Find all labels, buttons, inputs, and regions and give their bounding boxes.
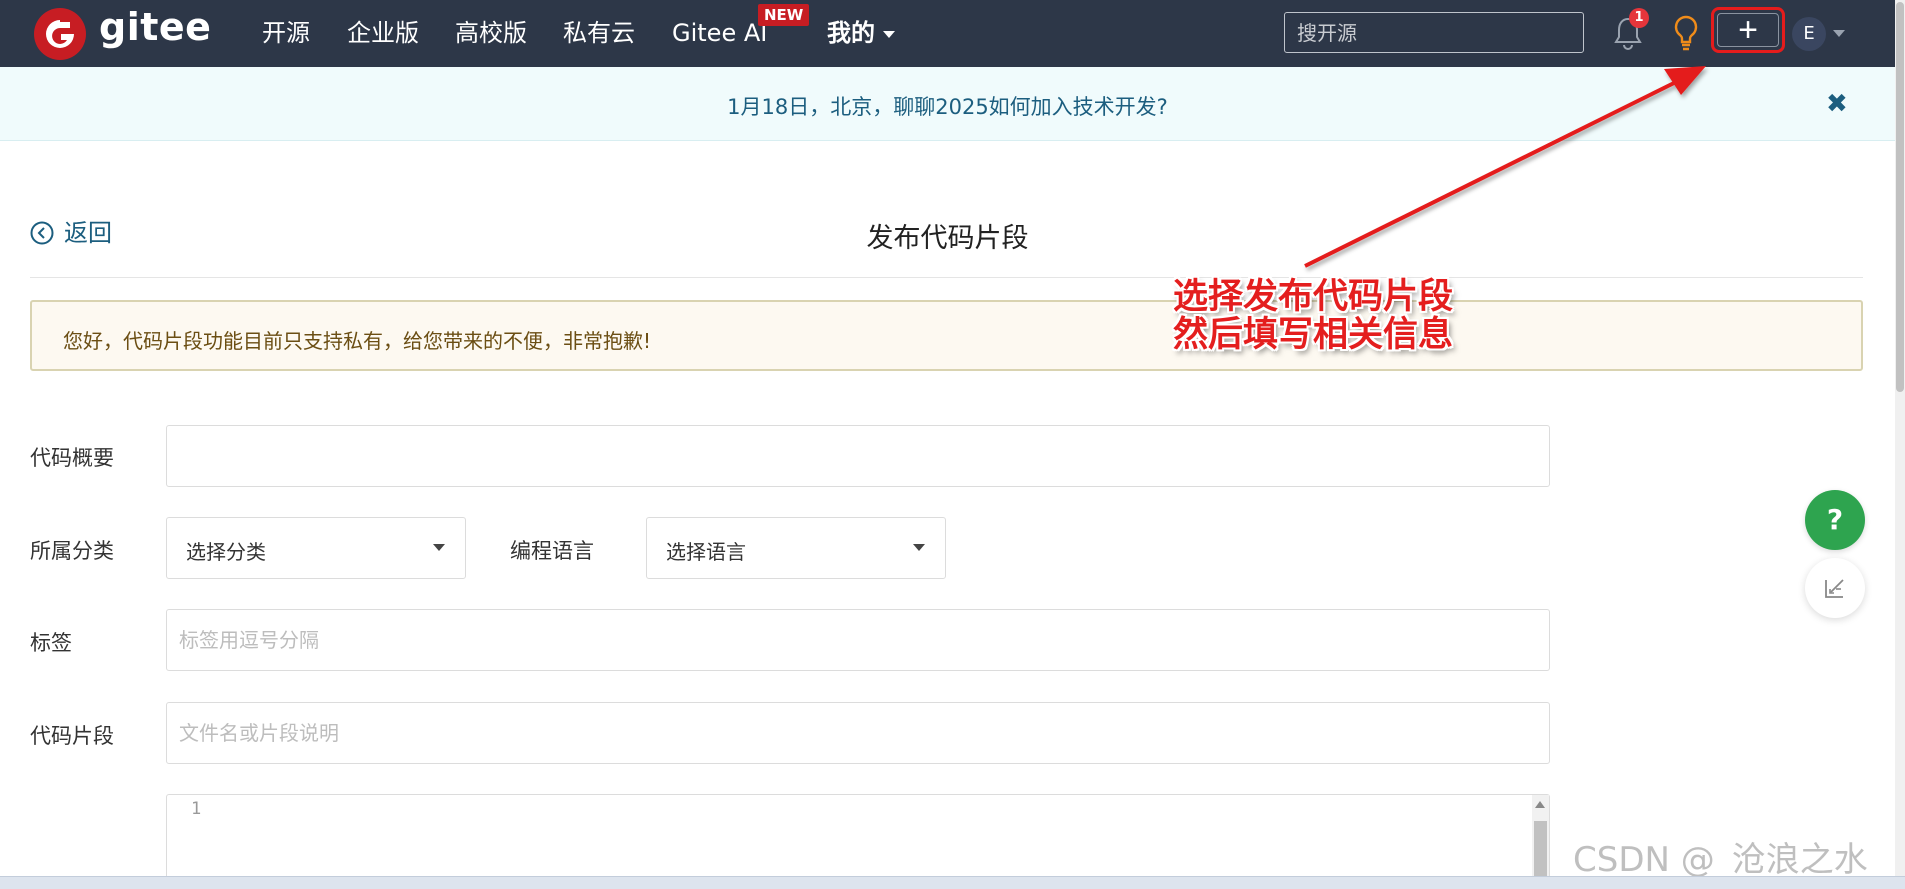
nav-item-mine-label: 我的 <box>827 19 875 47</box>
avatar[interactable]: E <box>1792 17 1826 51</box>
top-navbar: gitee 开源 企业版 高校版 私有云 Gitee AI NEW 我的 1 +… <box>0 0 1895 67</box>
new-badge: NEW <box>758 4 810 26</box>
language-label: 编程语言 <box>510 539 594 563</box>
language-select-value: 选择语言 <box>666 540 746 564</box>
create-plus-button[interactable]: + <box>1717 13 1779 47</box>
summary-label: 代码概要 <box>30 446 114 470</box>
snippet-filename-input[interactable] <box>166 702 1550 764</box>
avatar-chevron-down-icon[interactable] <box>1833 30 1845 37</box>
snippet-label: 代码片段 <box>30 724 114 748</box>
category-select[interactable]: 选择分类 <box>166 517 466 579</box>
search-input[interactable] <box>1284 12 1584 53</box>
edit-icon <box>1825 579 1844 598</box>
page-scrollbar[interactable] <box>1895 0 1905 888</box>
announcement-link[interactable]: 1月18日，北京，聊聊2025如何加入技术开发? <box>0 91 1895 121</box>
nav-item-mine[interactable]: 我的 <box>827 17 895 49</box>
tags-label: 标签 <box>30 631 72 655</box>
category-select-value: 选择分类 <box>186 540 266 564</box>
nav-item-university[interactable]: 高校版 <box>455 17 527 49</box>
notice-box: 您好，代码片段功能目前只支持私有，给您带来的不便，非常抱歉! <box>30 300 1863 371</box>
taskbar-strip <box>0 876 1905 889</box>
announcement-bar: 1月18日，北京，聊聊2025如何加入技术开发? ✖ <box>0 67 1895 141</box>
chevron-down-icon <box>883 30 895 38</box>
annotation-line-2: 然后填写相关信息 <box>1173 315 1454 355</box>
summary-input[interactable] <box>166 425 1550 487</box>
line-number: 1 <box>191 799 202 819</box>
annotation-text: 选择发布代码片段 然后填写相关信息 <box>1173 278 1453 354</box>
code-editor[interactable]: 1 <box>166 794 1550 889</box>
notice-text: 您好，代码片段功能目前只支持私有，给您带来的不便，非常抱歉! <box>63 329 652 353</box>
lightbulb-icon[interactable] <box>1672 14 1700 56</box>
header-divider <box>30 277 1863 278</box>
category-label: 所属分类 <box>30 539 114 563</box>
create-button-highlight: + <box>1711 7 1785 53</box>
brand-name[interactable]: gitee <box>99 5 211 49</box>
notification-badge: 1 <box>1629 8 1649 28</box>
nav-item-enterprise[interactable]: 企业版 <box>347 17 419 49</box>
watermark: CSDN @_沧浪之水_ <box>1573 840 1885 880</box>
nav-item-gitee-ai[interactable]: Gitee AI <box>672 17 767 49</box>
tags-input[interactable] <box>166 609 1550 671</box>
page-scrollbar-thumb[interactable] <box>1896 2 1904 392</box>
page-title: 发布代码片段 <box>866 223 1029 254</box>
gitee-logo-icon[interactable] <box>34 8 86 60</box>
annotation-line-1: 选择发布代码片段 <box>1173 277 1454 317</box>
scroll-up-arrow-icon[interactable] <box>1535 801 1545 808</box>
editor-scrollbar[interactable] <box>1532 795 1549 889</box>
nav-item-opensource[interactable]: 开源 <box>262 17 310 49</box>
chevron-down-icon <box>433 544 445 551</box>
close-icon[interactable]: ✖ <box>1826 89 1848 119</box>
chevron-down-icon <box>913 544 925 551</box>
language-select[interactable]: 选择语言 <box>646 517 946 579</box>
help-button[interactable]: ? <box>1805 490 1865 550</box>
nav-item-private-cloud[interactable]: 私有云 <box>563 17 635 49</box>
feedback-button[interactable] <box>1805 558 1865 618</box>
